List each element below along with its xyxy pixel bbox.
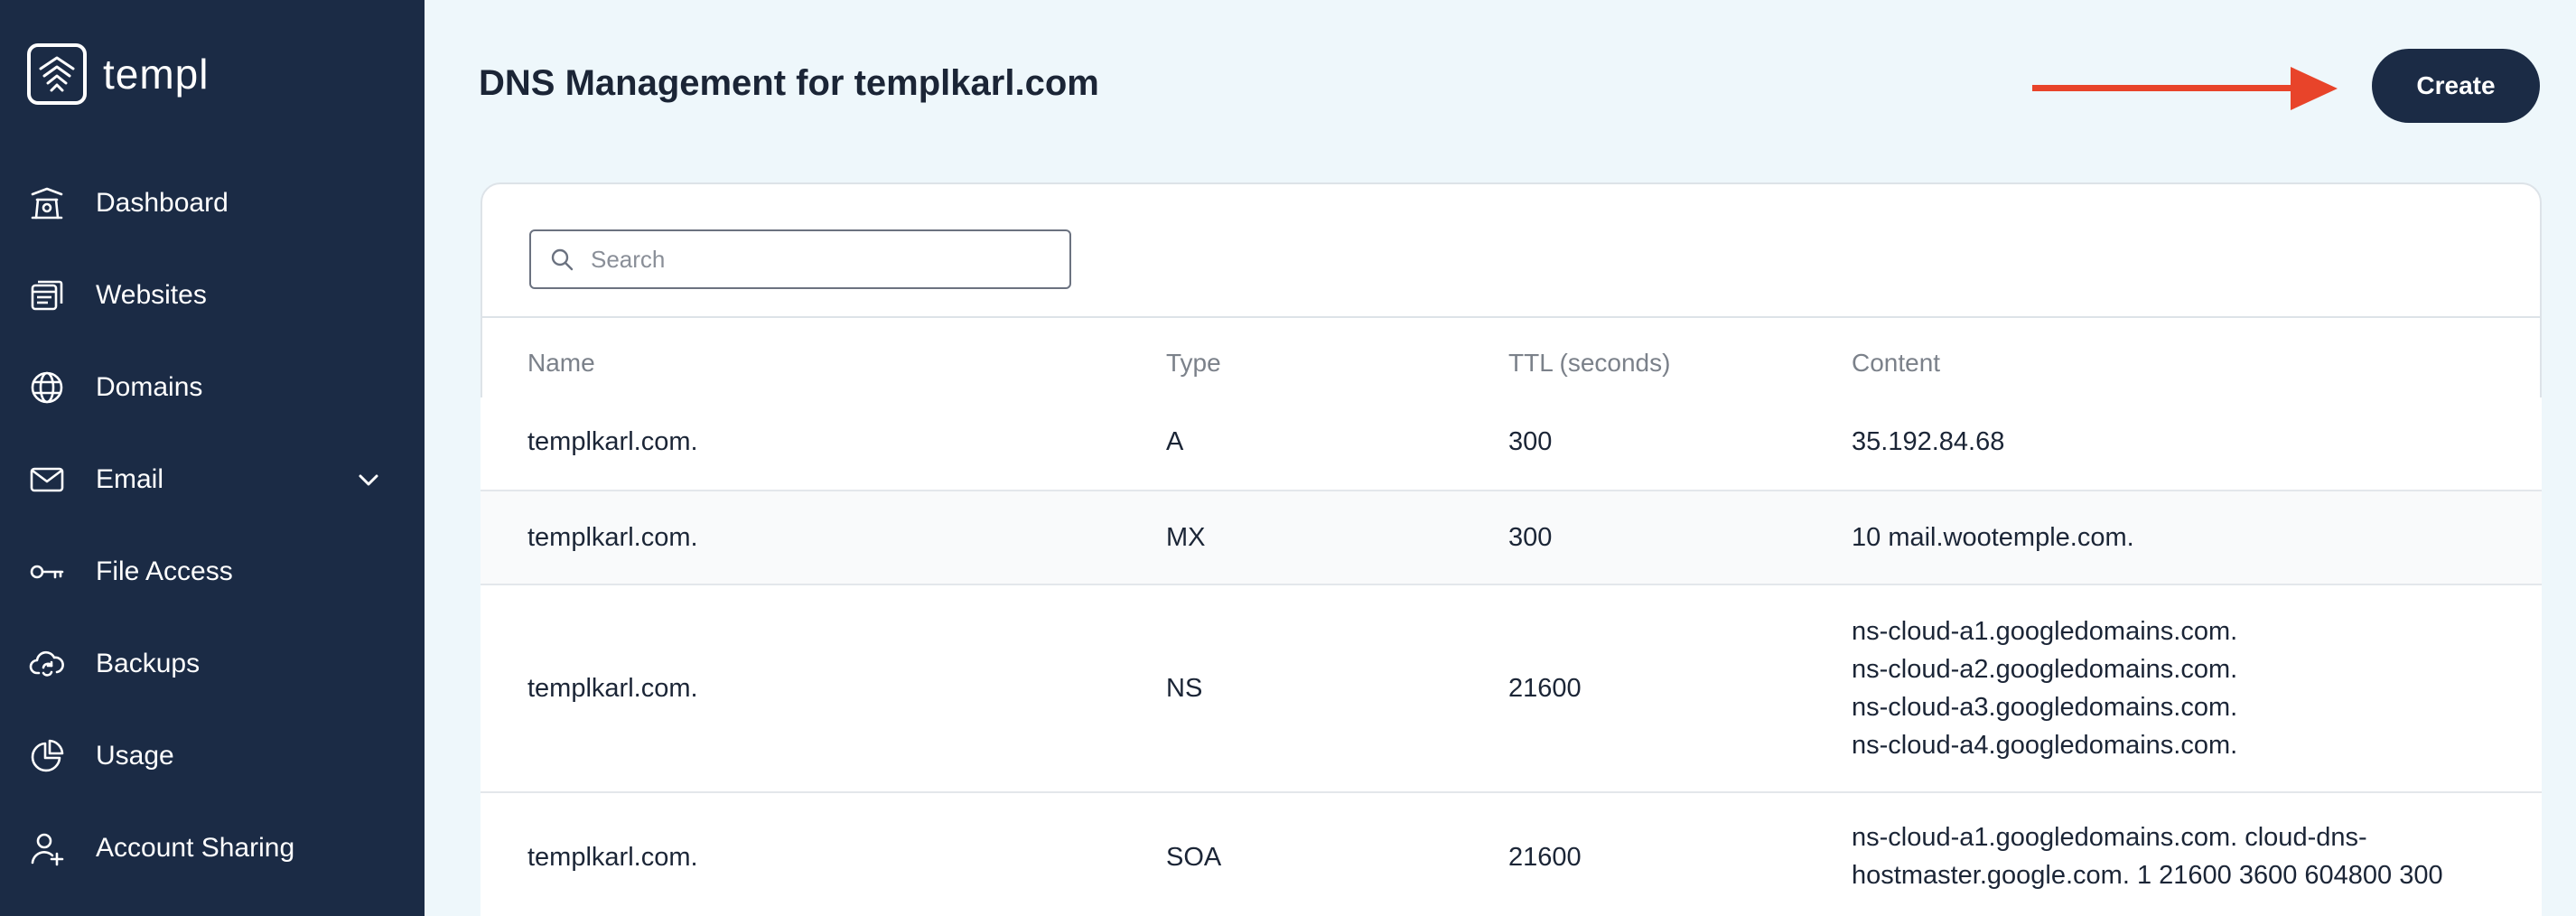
page-title: DNS Management for templkarl.com	[479, 63, 1099, 103]
arrow-right-icon	[2032, 67, 2338, 110]
sidebar-item-label: Backups	[96, 649, 201, 678]
record-ttl: 21600	[1508, 674, 1582, 703]
sidebar-item-label: Websites	[96, 280, 207, 310]
record-content-line: ns-cloud-a3.googledomains.com.	[1852, 693, 2238, 722]
sidebar-item-label: Usage	[96, 741, 174, 771]
sidebar-item-usage[interactable]: Usage	[0, 710, 425, 802]
record-content: 10 mail.wootemple.com.	[1852, 523, 2134, 552]
logo-text: templ	[103, 51, 210, 98]
divider	[482, 316, 2540, 318]
sidebar-item-label: Domains	[96, 372, 203, 402]
table-row[interactable]: templkarl.com. A 300 35.192.84.68	[481, 397, 2542, 491]
key-icon	[29, 554, 65, 590]
record-type: A	[1166, 427, 1184, 456]
record-type: SOA	[1166, 843, 1222, 872]
sidebar-item-backups[interactable]: Backups	[0, 618, 425, 710]
record-name: templkarl.com.	[527, 674, 698, 703]
sidebar-item-domains[interactable]: Domains	[0, 341, 425, 434]
record-ttl: 300	[1508, 427, 1553, 456]
sidebar-item-account-sharing[interactable]: Account Sharing	[0, 802, 425, 894]
create-button[interactable]: Create	[2372, 49, 2540, 123]
cloud-refresh-icon	[29, 646, 65, 682]
record-ttl: 300	[1508, 523, 1553, 552]
column-header-content: Content	[1852, 349, 1941, 377]
dashboard-icon	[29, 185, 65, 221]
record-type: NS	[1166, 674, 1203, 703]
sidebar: templ Dashboard Websites Domains Email F…	[0, 0, 425, 916]
temple-logo-icon	[27, 43, 87, 105]
column-header-name: Name	[527, 349, 595, 377]
record-content-line: ns-cloud-a4.googledomains.com.	[1852, 731, 2238, 760]
chevron-down-icon[interactable]	[356, 467, 381, 492]
table-row[interactable]: templkarl.com. NS 21600 ns-cloud-a1.goog…	[481, 585, 2542, 793]
record-name: templkarl.com.	[527, 843, 698, 872]
record-type: MX	[1166, 523, 1206, 552]
sidebar-item-label: File Access	[96, 556, 233, 586]
search-input[interactable]	[591, 245, 1060, 274]
record-content-line: ns-cloud-a2.googledomains.com.	[1852, 655, 2238, 684]
sidebar-item-websites[interactable]: Websites	[0, 249, 425, 341]
globe-www-icon	[29, 369, 65, 406]
sidebar-nav: Dashboard Websites Domains Email File Ac…	[0, 157, 425, 894]
record-content-line: ns-cloud-a1.googledomains.com. cloud-dns…	[1852, 823, 2367, 852]
search-box[interactable]	[529, 229, 1071, 289]
search-icon	[549, 247, 574, 272]
sidebar-item-label: Dashboard	[96, 188, 229, 218]
column-header-ttl: TTL (seconds)	[1508, 349, 1671, 377]
record-content-line: ns-cloud-a1.googledomains.com.	[1852, 617, 2238, 646]
sidebar-item-file-access[interactable]: File Access	[0, 526, 425, 618]
sidebar-item-dashboard[interactable]: Dashboard	[0, 157, 425, 249]
envelope-icon	[29, 462, 65, 498]
record-content-line: hostmaster.google.com. 1 21600 3600 6048…	[1852, 861, 2443, 890]
add-user-icon	[29, 830, 65, 866]
websites-icon	[29, 277, 65, 313]
pie-chart-icon	[29, 738, 65, 774]
sidebar-item-label: Account Sharing	[96, 833, 295, 863]
table-row[interactable]: templkarl.com. MX 300 10 mail.wootemple.…	[481, 491, 2542, 585]
record-ttl: 21600	[1508, 843, 1582, 872]
sidebar-item-email[interactable]: Email	[0, 434, 425, 526]
record-name: templkarl.com.	[527, 427, 698, 456]
logo[interactable]: templ	[27, 43, 209, 105]
table-row[interactable]: templkarl.com. SOA 21600 ns-cloud-a1.goo…	[481, 793, 2542, 916]
sidebar-item-label: Email	[96, 464, 164, 494]
record-content: 35.192.84.68	[1852, 427, 2005, 456]
record-name: templkarl.com.	[527, 523, 698, 552]
column-header-type: Type	[1166, 349, 1221, 377]
